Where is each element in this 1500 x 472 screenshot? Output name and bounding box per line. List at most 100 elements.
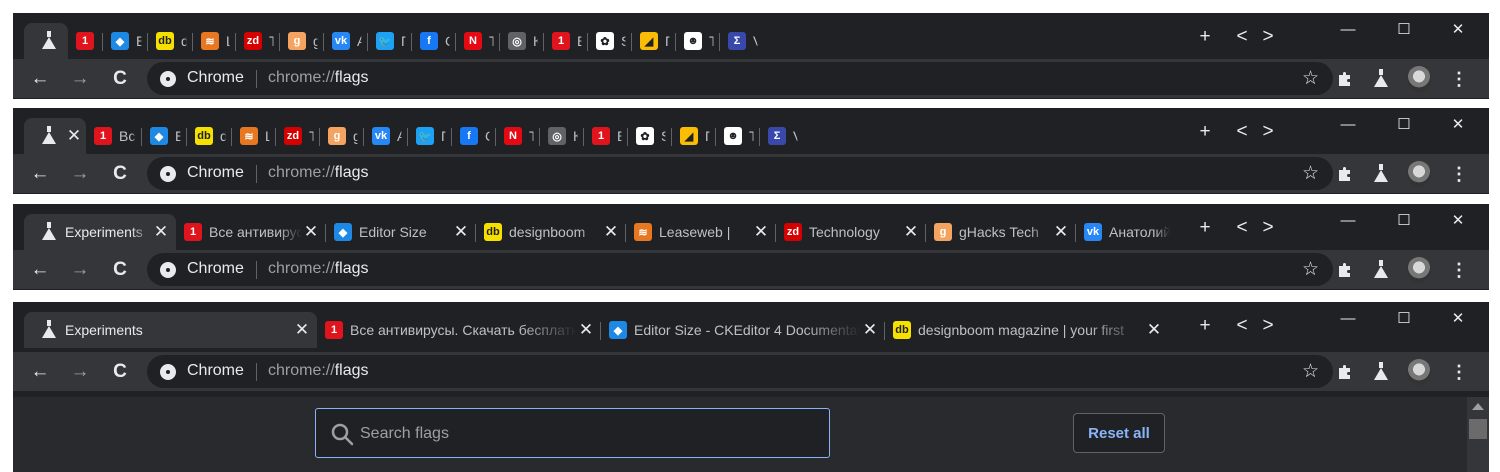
tab-leaseweb[interactable]: ≋ Leaseweb | ✕ bbox=[626, 214, 776, 250]
reload-icon[interactable]: C bbox=[107, 257, 133, 283]
tab-flask[interactable]: ✕ bbox=[24, 118, 86, 154]
minimize-button[interactable]: — bbox=[1325, 17, 1371, 41]
reload-icon[interactable]: C bbox=[107, 161, 133, 187]
tab-scroll-left-button[interactable]: < bbox=[1230, 216, 1254, 240]
bookmark-star-icon[interactable]: ☆ bbox=[1302, 162, 1319, 185]
tab-scroll-left-button[interactable]: < bbox=[1230, 314, 1254, 338]
tab-ghacks[interactable]: ggH bbox=[320, 118, 364, 154]
tab-close-icon[interactable]: ✕ bbox=[152, 223, 170, 241]
address-bar[interactable]: Chrome chrome://flags ☆ bbox=[147, 253, 1333, 286]
kebab-menu-icon[interactable]: ⋮ bbox=[1447, 258, 1471, 282]
maximize-button[interactable]: ☐ bbox=[1381, 112, 1427, 136]
url-text[interactable]: chrome://flags bbox=[268, 69, 368, 87]
reset-all-button[interactable]: Reset all bbox=[1073, 413, 1165, 453]
tab-close-icon[interactable]: ✕ bbox=[293, 321, 311, 339]
tab-technology[interactable]: zd Tec bbox=[236, 23, 280, 59]
tab-stickers[interactable]: ✿ Stic bbox=[628, 118, 672, 154]
new-tab-button[interactable]: + bbox=[1193, 216, 1217, 240]
minimize-button[interactable]: — bbox=[1325, 112, 1371, 136]
tab-virus[interactable]: Σ Viru bbox=[720, 23, 764, 59]
tab-technology[interactable]: zd Technology ✕ bbox=[776, 214, 926, 250]
maximize-button[interactable]: ☐ bbox=[1381, 17, 1427, 41]
profile-avatar-button[interactable] bbox=[1407, 161, 1431, 187]
address-bar[interactable]: Chrome chrome://flags ☆ bbox=[147, 62, 1333, 95]
bookmark-star-icon[interactable]: ☆ bbox=[1302, 360, 1319, 383]
reload-icon[interactable]: C bbox=[107, 359, 133, 385]
tab-close-icon[interactable]: ✕ bbox=[577, 321, 595, 339]
tab-scroll-right-button[interactable]: > bbox=[1256, 216, 1280, 240]
new-tab-button[interactable]: + bbox=[1193, 314, 1217, 338]
back-arrow-icon[interactable]: ← bbox=[27, 161, 53, 187]
tab-vk[interactable]: vk Ана bbox=[324, 23, 368, 59]
tab-leaseweb[interactable]: ≋ Lea bbox=[232, 118, 276, 154]
profile-avatar-button[interactable] bbox=[1407, 359, 1431, 385]
forward-arrow-icon[interactable]: → bbox=[67, 66, 93, 92]
tab-ghacks[interactable]: g gHacks Tech ✕ bbox=[926, 214, 1076, 250]
tab-drive[interactable]: ◢ Гла bbox=[632, 23, 676, 59]
url-text[interactable]: chrome://flags bbox=[268, 164, 368, 182]
tab-avast[interactable]: 1 Все антивирусы. Скачать бесплатно ✕ bbox=[317, 312, 601, 348]
close-window-button[interactable]: ✕ bbox=[1435, 306, 1481, 330]
labs-flask-icon[interactable] bbox=[1369, 360, 1393, 384]
tab-technology[interactable]: zd Tec bbox=[276, 118, 320, 154]
tab-designboom[interactable]: db designboom magazine | your first ✕ bbox=[885, 312, 1169, 348]
reload-icon[interactable]: C bbox=[107, 66, 133, 92]
tab-avast[interactable]: 1 Бес bbox=[584, 118, 628, 154]
tab-scroll-right-button[interactable]: > bbox=[1256, 120, 1280, 144]
extensions-puzzle-icon[interactable] bbox=[1333, 258, 1357, 282]
tab-scroll-right-button[interactable]: > bbox=[1256, 314, 1280, 338]
labs-flask-icon[interactable] bbox=[1369, 67, 1393, 91]
labs-flask-icon[interactable] bbox=[1369, 162, 1393, 186]
tab-scroll-right-button[interactable]: > bbox=[1256, 25, 1280, 49]
tab-facebook[interactable]: f Со bbox=[452, 118, 496, 154]
forward-arrow-icon[interactable]: → bbox=[67, 359, 93, 385]
tab-flask[interactable] bbox=[24, 23, 68, 59]
address-bar[interactable]: Chrome chrome://flags ☆ bbox=[147, 157, 1333, 190]
tab-vk[interactable]: vk Ан bbox=[364, 118, 408, 154]
kebab-menu-icon[interactable]: ⋮ bbox=[1447, 67, 1471, 91]
tab-flask[interactable]: Experiments ✕ bbox=[24, 214, 176, 250]
back-arrow-icon[interactable]: ← bbox=[27, 359, 53, 385]
tab-vk[interactable]: vk Анатолий bbox=[1076, 214, 1176, 250]
close-window-button[interactable]: ✕ bbox=[1435, 17, 1481, 41]
tab-close-icon[interactable]: ✕ bbox=[902, 223, 920, 241]
tab-tiny[interactable]: ☻ Tiny bbox=[676, 23, 720, 59]
extensions-puzzle-icon[interactable] bbox=[1333, 360, 1357, 384]
labs-flask-icon[interactable] bbox=[1369, 258, 1393, 282]
tab-close-icon[interactable]: ✕ bbox=[861, 321, 879, 339]
tab-leaseweb[interactable]: ≋ Lea bbox=[193, 23, 236, 59]
new-tab-button[interactable]: + bbox=[1193, 120, 1217, 144]
tab-stickers[interactable]: ✿ Stic bbox=[588, 23, 632, 59]
tab-close-icon[interactable]: ✕ bbox=[602, 223, 620, 241]
tab-globe[interactable]: ◎ Кат bbox=[540, 118, 584, 154]
tab-editor[interactable]: ◆ Editor Size ✕ bbox=[326, 214, 476, 250]
kebab-menu-icon[interactable]: ⋮ bbox=[1447, 162, 1471, 186]
profile-avatar-button[interactable] bbox=[1407, 257, 1431, 283]
tab-facebook[interactable]: f Cor bbox=[412, 23, 456, 59]
maximize-button[interactable]: ☐ bbox=[1381, 208, 1427, 232]
search-input[interactable] bbox=[360, 421, 810, 447]
tab-avast[interactable]: 1 Бес bbox=[544, 23, 588, 59]
tab-close-icon[interactable]: ✕ bbox=[1145, 321, 1163, 339]
tab-twitter[interactable]: 🐦 Пр bbox=[368, 23, 412, 59]
forward-arrow-icon[interactable]: → bbox=[67, 161, 93, 187]
minimize-button[interactable]: — bbox=[1325, 208, 1371, 232]
tab-scroll-left-button[interactable]: < bbox=[1230, 25, 1254, 49]
bookmark-star-icon[interactable]: ☆ bbox=[1302, 67, 1319, 90]
tab-designboom[interactable]: db des bbox=[187, 118, 232, 154]
tab-tiny[interactable]: ☻ Tin bbox=[716, 118, 760, 154]
address-bar[interactable]: Chrome chrome://flags ☆ bbox=[147, 355, 1333, 388]
tab-avast[interactable]: 1 bbox=[68, 23, 103, 59]
bookmark-star-icon[interactable]: ☆ bbox=[1302, 258, 1319, 281]
minimize-button[interactable]: — bbox=[1325, 306, 1371, 330]
tab-editor[interactable]: ◆ Edit bbox=[103, 23, 148, 59]
kebab-menu-icon[interactable]: ⋮ bbox=[1447, 360, 1471, 384]
scrollbar-thumb[interactable] bbox=[1469, 419, 1487, 439]
tab-netflix[interactable]: N TV bbox=[496, 118, 540, 154]
tab-designboom[interactable]: db des bbox=[148, 23, 193, 59]
tab-editor[interactable]: ◆ Edi bbox=[142, 118, 187, 154]
page-scrollbar[interactable] bbox=[1467, 397, 1489, 472]
tab-flask[interactable]: Experiments ✕ bbox=[24, 312, 317, 348]
url-text[interactable]: chrome://flags bbox=[268, 362, 368, 380]
extensions-puzzle-icon[interactable] bbox=[1333, 67, 1357, 91]
